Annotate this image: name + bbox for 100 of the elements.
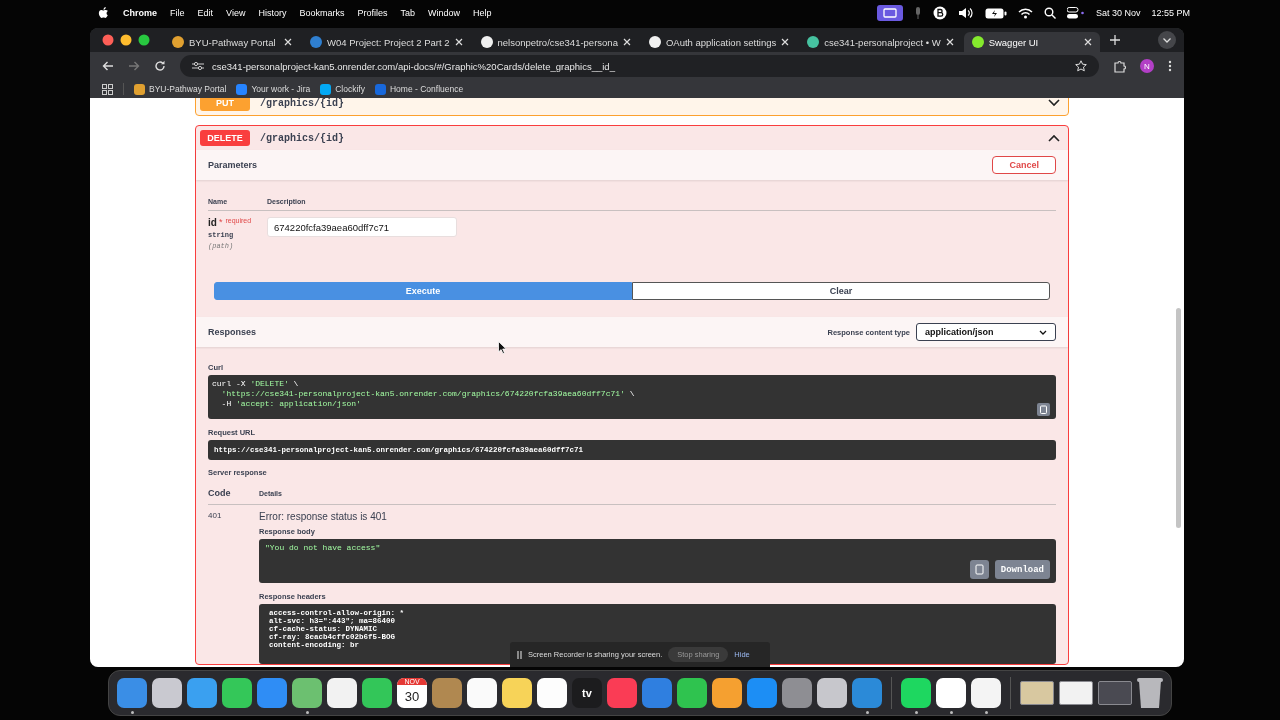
screen-record-icon[interactable] xyxy=(876,5,903,21)
circle-b-icon[interactable] xyxy=(932,6,947,20)
running-indicator xyxy=(984,710,988,714)
menu-item[interactable]: File xyxy=(170,8,185,18)
apple-icon[interactable] xyxy=(98,6,110,20)
profile-avatar[interactable]: N xyxy=(1140,59,1154,73)
close-icon[interactable] xyxy=(284,38,292,46)
close-icon[interactable] xyxy=(622,38,631,46)
running-indicator xyxy=(949,710,953,714)
menu-item[interactable]: Edit xyxy=(197,8,214,18)
column-header: Code xyxy=(208,488,232,498)
close-icon[interactable] xyxy=(945,38,954,46)
endpoint-path[interactable]: /graphics/{id} xyxy=(260,98,344,109)
caret-icon xyxy=(1039,329,1047,335)
browser-tab[interactable]: W04 Project: Project 2 Part 2 xyxy=(302,32,471,52)
running-indicator xyxy=(305,710,309,714)
cancel-button[interactable]: Cancel xyxy=(992,156,1056,174)
window-thumbnail[interactable] xyxy=(1059,680,1093,705)
app-icon[interactable] xyxy=(971,677,1001,708)
error-message: Error: response status is 401 xyxy=(259,511,388,522)
status-code: 401 xyxy=(208,511,223,522)
volume-icon[interactable] xyxy=(957,7,974,19)
app-icon[interactable] xyxy=(712,677,742,708)
trash-icon[interactable] xyxy=(1137,676,1163,709)
apps-grid-icon[interactable] xyxy=(102,83,113,95)
app-icon[interactable] xyxy=(901,677,931,708)
bookmark[interactable]: BYU-Pathway Portal xyxy=(134,83,227,95)
menu-item[interactable]: Help xyxy=(473,8,492,18)
control-center-icon[interactable] xyxy=(1066,7,1085,19)
app-icon[interactable] xyxy=(292,677,322,708)
microphone-icon[interactable] xyxy=(913,7,922,19)
method-badge: DELETE xyxy=(200,130,250,146)
menu-time: 12:55 PM xyxy=(1151,8,1190,18)
new-tab-icon[interactable] xyxy=(1109,35,1120,45)
app-icon[interactable] xyxy=(502,677,532,708)
forward-icon[interactable] xyxy=(128,60,140,72)
close-icon[interactable] xyxy=(1083,38,1092,46)
response-body-text: "You do not have access" xyxy=(265,543,381,553)
copy-icon[interactable] xyxy=(1037,403,1050,416)
extensions-icon[interactable] xyxy=(1113,59,1126,73)
required-indicator: * xyxy=(218,217,223,227)
browser-tab[interactable]: Swagger UI xyxy=(963,32,1100,52)
browser-tab[interactable]: OAuth application settings xyxy=(640,32,798,52)
app-icon[interactable] xyxy=(817,677,847,708)
search-icon[interactable] xyxy=(1043,7,1056,19)
menu-item[interactable]: History xyxy=(258,8,287,18)
menu-item[interactable]: Tab xyxy=(400,8,415,18)
address-bar[interactable]: cse341-personalproject-kan5.onrender.com/api-docs/#/Graphic%20Cards/delete_graphics__id_ xyxy=(180,55,1099,77)
chevron-icon[interactable] xyxy=(1048,134,1060,142)
content-type-select[interactable]: application/json xyxy=(916,323,1056,341)
running-indicator xyxy=(914,710,918,714)
window-controls-icon[interactable] xyxy=(102,34,152,46)
browser-tab[interactable]: cse341-personalproject • W xyxy=(799,32,962,52)
menu-date: Sat 30 Nov xyxy=(1095,8,1141,18)
scrollbar[interactable] xyxy=(1176,308,1181,528)
app-icon[interactable] xyxy=(222,677,252,708)
app-icon[interactable] xyxy=(327,677,357,708)
app-icon[interactable] xyxy=(467,677,497,708)
browser-tab[interactable]: nelsonpetro/cse341-persona xyxy=(472,32,639,52)
battery-icon[interactable] xyxy=(984,7,1007,19)
copy-icon[interactable] xyxy=(969,560,989,579)
browser-tab[interactable]: BYU-Pathway Portal xyxy=(164,32,300,52)
running-indicator xyxy=(865,710,869,714)
parameter-name: id xyxy=(208,217,217,228)
site-settings-icon[interactable] xyxy=(192,61,204,71)
window-thumbnail[interactable] xyxy=(1098,680,1132,705)
bookmark[interactable]: Home - Confluence xyxy=(375,83,464,95)
method-badge: PUT xyxy=(200,98,250,111)
clear-button[interactable]: Clear xyxy=(632,282,1050,300)
back-icon[interactable] xyxy=(102,60,114,72)
reload-icon[interactable] xyxy=(154,60,166,72)
app-icon[interactable] xyxy=(152,677,182,708)
curl-command: curl -X 'DELETE' \ 'https://cse341-personalproject-kan5.onrender.com/graphics/674220fcfa39aea60dff7c71' \ -H 'accept: application/json' xyxy=(212,379,635,409)
bookmark[interactable]: Your work - Jira xyxy=(236,83,311,95)
pause-icon[interactable] xyxy=(517,650,522,659)
section-title: Parameters xyxy=(208,160,258,170)
menu-item[interactable]: Profiles xyxy=(357,8,388,18)
menu-item[interactable]: Bookmarks xyxy=(299,8,345,18)
app-icon[interactable] xyxy=(677,677,707,708)
bookmark-star-icon[interactable] xyxy=(1075,60,1087,72)
chevron-icon[interactable] xyxy=(1048,99,1060,107)
close-icon[interactable] xyxy=(454,38,463,46)
download-button[interactable]: Download xyxy=(994,560,1050,579)
app-icon[interactable] xyxy=(362,677,392,708)
window-thumbnail[interactable] xyxy=(1020,680,1054,705)
close-icon[interactable] xyxy=(781,38,790,46)
section-title: Responses xyxy=(208,327,257,337)
menu-item[interactable]: Window xyxy=(427,8,460,18)
bookmark[interactable]: Clockify xyxy=(320,83,365,95)
running-indicator xyxy=(130,710,134,714)
id-input-field[interactable]: 674220fcfa39aea60dff7c71 xyxy=(267,217,457,237)
app-icon[interactable] xyxy=(936,677,966,708)
more-icon[interactable] xyxy=(1168,60,1172,72)
app-menu[interactable]: Chrome xyxy=(123,8,157,18)
wifi-icon[interactable] xyxy=(1017,7,1033,19)
tab-search-icon[interactable] xyxy=(1158,31,1176,49)
tv-app-icon[interactable]: tv xyxy=(572,677,602,708)
endpoint-path[interactable]: /graphics/{id} xyxy=(260,132,344,144)
menu-item[interactable]: View xyxy=(226,8,246,18)
app-icon[interactable] xyxy=(537,677,567,708)
